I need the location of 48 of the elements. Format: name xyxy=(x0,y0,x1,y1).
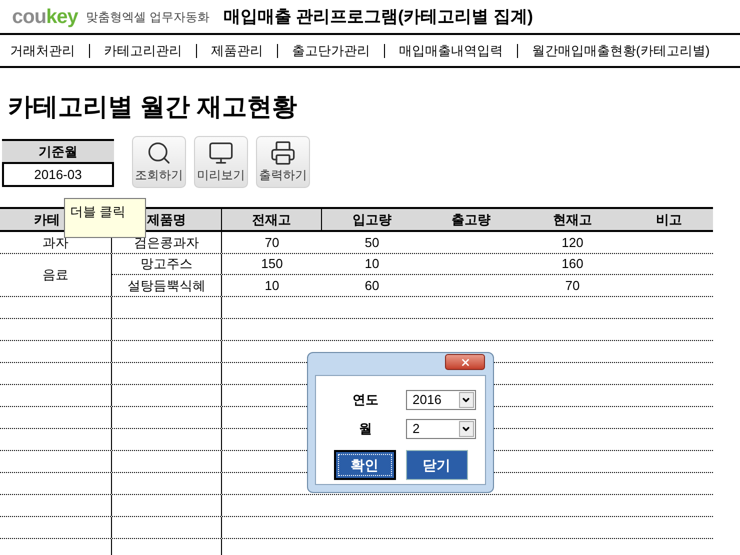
confirm-button[interactable]: 확인 xyxy=(334,450,396,480)
tooltip: 더블 클릭 xyxy=(64,198,146,238)
table-cell-text: 160 xyxy=(562,255,584,274)
base-month-label: 기준월 xyxy=(2,139,114,162)
column-header: 입고량 xyxy=(352,210,392,229)
search-button[interactable]: 조회하기 xyxy=(132,136,186,188)
nav-link[interactable]: 월간매입매출현황(카테고리별) xyxy=(532,40,710,60)
caret-icon xyxy=(458,421,474,437)
logo: coukey xyxy=(12,4,78,30)
column-header: 현재고 xyxy=(553,210,592,229)
table-cell-text: 60 xyxy=(364,276,380,295)
app-title: 매입매출 관리프로그램(카테고리별 집계) xyxy=(223,6,534,28)
close-icon xyxy=(460,356,470,368)
dropdown[interactable]: 2 xyxy=(406,419,476,439)
table-cell-text: 70 xyxy=(565,276,580,295)
column-header: 전재고 xyxy=(252,210,291,229)
table-cell-text: 50 xyxy=(364,234,380,252)
table-cell-text: 120 xyxy=(562,234,584,252)
nav-link[interactable]: 거래처관리 xyxy=(10,40,75,60)
table-cell-text: 음료 xyxy=(42,266,68,284)
column-header: 출고량 xyxy=(452,210,490,229)
search-icon xyxy=(146,140,172,166)
table-cell-text: 150 xyxy=(261,255,283,274)
field-label: 월 xyxy=(358,420,373,438)
caret-icon xyxy=(458,392,474,408)
printer-icon xyxy=(270,140,296,166)
column-header: 비고 xyxy=(656,210,682,229)
tagline: 맞춤형엑셀 업무자동화 xyxy=(86,8,210,26)
nav-link[interactable]: 출고단가관리 xyxy=(292,40,370,60)
page-title: 카테고리별 월간 재고현황 xyxy=(8,92,298,123)
table-cell-text: 10 xyxy=(364,255,380,274)
nav-link[interactable]: 카테고리관리 xyxy=(104,40,182,60)
close-button[interactable] xyxy=(445,354,485,370)
table-cell-text: 10 xyxy=(264,276,280,295)
nav-link[interactable]: 제품관리 xyxy=(211,40,263,60)
monitor-icon xyxy=(208,140,234,166)
table-cell-text: 설탕듬뿍식혜 xyxy=(128,276,206,295)
table-cell-text: 망고주스 xyxy=(140,255,192,274)
nav-link[interactable]: 매입매출내역입력 xyxy=(399,40,503,60)
base-month-field[interactable]: 2016-03 xyxy=(2,162,114,187)
dropdown[interactable]: 2016 xyxy=(406,390,476,410)
print-button[interactable]: 출력하기 xyxy=(256,136,310,188)
table-cell-text: 70 xyxy=(264,234,280,252)
column-header: 카테 xyxy=(34,210,60,229)
column-header: 제품명 xyxy=(147,210,186,229)
preview-button[interactable]: 미리보기 xyxy=(194,136,248,188)
field-label: 연도 xyxy=(352,391,380,410)
close-dialog-button[interactable]: 닫기 xyxy=(406,450,468,480)
